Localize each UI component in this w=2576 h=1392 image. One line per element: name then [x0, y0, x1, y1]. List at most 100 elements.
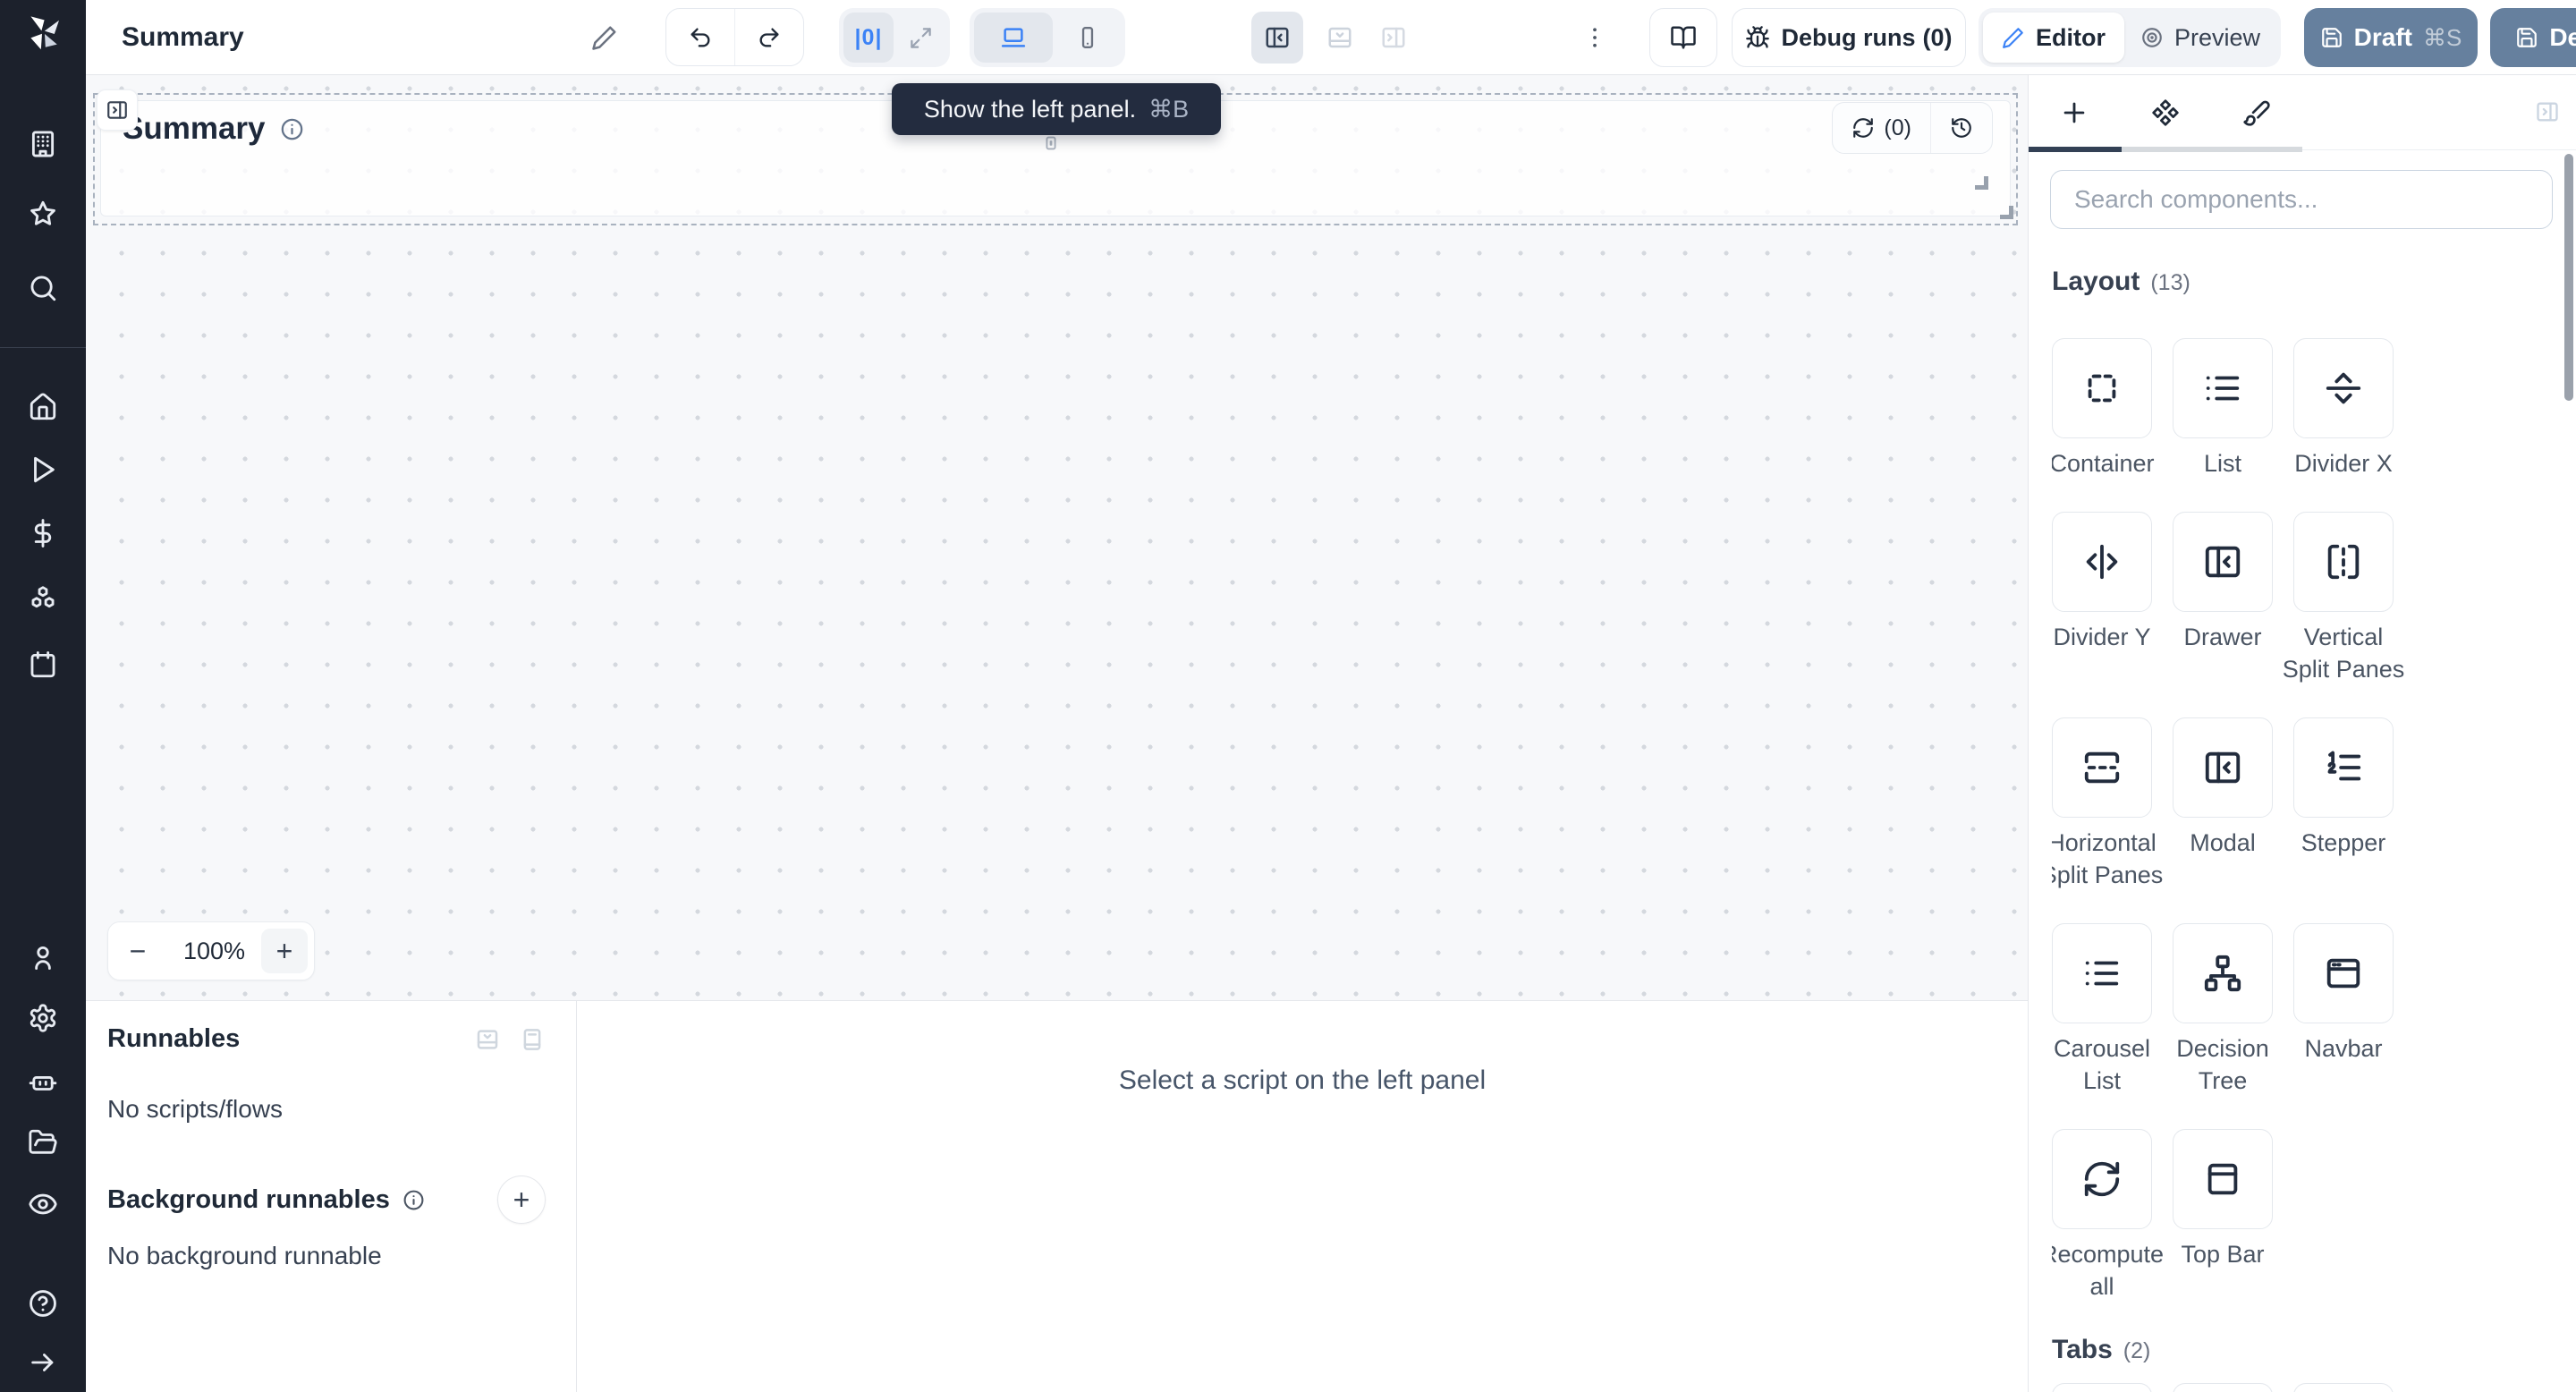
list-icon — [2202, 368, 2243, 409]
recompute-all-icon — [2081, 1159, 2123, 1200]
modal-icon — [2202, 747, 2243, 788]
workspace-building-icon[interactable] — [28, 129, 58, 159]
folders-icon[interactable] — [28, 1127, 58, 1158]
components-panel-tabs — [2029, 75, 2576, 150]
schedules-calendar-icon[interactable] — [28, 649, 58, 680]
variables-dollar-icon[interactable] — [28, 518, 58, 548]
resources-cubes-icon[interactable] — [28, 583, 58, 614]
toggle-left-panel-button[interactable] — [1251, 12, 1303, 64]
add-background-runnable-button[interactable]: + — [497, 1176, 546, 1224]
runs-play-icon[interactable] — [28, 454, 58, 485]
home-icon[interactable] — [28, 392, 58, 422]
bug-icon — [1745, 25, 1770, 50]
left-panel-tooltip: Show the left panel. ⌘B — [892, 83, 1221, 135]
tab-preview[interactable]: Preview — [2124, 13, 2276, 63]
tab-editor[interactable]: Editor — [1983, 13, 2124, 63]
runnables-section: Runnables No scripts/flows Background ru… — [86, 1001, 577, 1392]
panel-scrollbar[interactable] — [2564, 154, 2573, 401]
save-icon — [2515, 26, 2538, 49]
component-modal[interactable]: Modal — [2173, 717, 2273, 891]
collapse-arrow-right-icon[interactable] — [28, 1347, 58, 1378]
history-clock-icon — [1950, 116, 1973, 140]
component-card-partial[interactable] — [2173, 1383, 2273, 1392]
component-decision-tree[interactable]: Decision Tree — [2173, 923, 2273, 1097]
search-icon[interactable] — [28, 273, 58, 303]
search-components-input[interactable] — [2050, 170, 2553, 229]
save-icon — [2320, 26, 2343, 49]
tab-component-settings[interactable] — [2120, 75, 2211, 150]
component-drawer[interactable]: Drawer — [2173, 512, 2273, 685]
zoom-level: 100% — [167, 938, 261, 965]
component-carousel-list[interactable]: Carousel List — [2052, 923, 2152, 1097]
list-view-icon[interactable] — [519, 1026, 546, 1053]
toggle-right-panel-button[interactable] — [1368, 12, 1419, 64]
draft-save-button[interactable]: Draft ⌘S — [2304, 8, 2478, 67]
tabs-section-heading: Tabs (2) — [2052, 1335, 2553, 1367]
component-outline-toggle[interactable]: |0| — [843, 13, 894, 63]
refresh-count: (0) — [1884, 115, 1911, 141]
desktop-view-toggle[interactable] — [974, 13, 1053, 63]
deploy-button[interactable]: Deploy — [2490, 8, 2576, 67]
tab-styling[interactable] — [2211, 75, 2302, 150]
editor-topbar: Summary |0| — [86, 0, 2576, 75]
collapse-right-panel-icon[interactable] — [2535, 99, 2560, 124]
background-runnables-empty-text: No background runnable — [107, 1242, 546, 1270]
fullscreen-toggle[interactable] — [895, 13, 945, 63]
top-bar-icon — [2202, 1159, 2243, 1200]
layout-count: (13) — [2150, 270, 2190, 296]
vertical-split-icon — [2323, 541, 2364, 582]
zoom-out-button[interactable]: − — [108, 922, 167, 980]
component-list[interactable]: List — [2173, 338, 2273, 480]
component-drag-handle[interactable] — [1041, 132, 1061, 154]
tab-insert-component[interactable] — [2029, 75, 2120, 150]
refresh-button[interactable]: (0) — [1833, 103, 1930, 153]
resize-handle[interactable] — [2000, 206, 2013, 219]
canvas-summary-text: Summary — [123, 111, 266, 147]
component-card-partial[interactable] — [2052, 1383, 2152, 1392]
layout-components-grid: Container List Divider X Divider Y — [2052, 338, 2553, 1303]
edit-title-pencil-icon[interactable] — [591, 24, 618, 51]
dock-panel-icon[interactable] — [474, 1026, 501, 1053]
debug-runs-label: Debug runs — [1781, 24, 1915, 52]
component-vertical-split-panes[interactable]: Vertical Split Panes — [2293, 512, 2394, 685]
component-card-partial[interactable] — [2293, 1383, 2394, 1392]
audit-eye-icon[interactable] — [28, 1189, 58, 1219]
component-recompute-all[interactable]: Recompute all — [2052, 1129, 2152, 1303]
info-icon[interactable] — [402, 1189, 425, 1211]
mobile-view-toggle[interactable] — [1055, 13, 1121, 63]
background-runnables-title: Background runnables — [107, 1185, 390, 1215]
app-canvas[interactable]: Summary (0) Show the left panel. ⌘B − — [86, 75, 2028, 1000]
component-navbar[interactable]: Navbar — [2293, 923, 2394, 1097]
workers-robot-icon[interactable] — [28, 1066, 58, 1097]
docs-book-button[interactable] — [1649, 8, 1717, 67]
settings-gear-icon[interactable] — [28, 1003, 58, 1033]
toggle-bottom-panel-button[interactable] — [1314, 12, 1366, 64]
more-options-menu-icon[interactable] — [1581, 24, 1608, 51]
info-icon[interactable] — [280, 117, 304, 141]
component-divider-y[interactable]: Divider Y — [2052, 512, 2152, 685]
component-divider-x[interactable]: Divider X — [2293, 338, 2394, 480]
component-container[interactable]: Container — [2052, 338, 2152, 480]
component-top-bar[interactable]: Top Bar — [2173, 1129, 2273, 1303]
refresh-icon — [1852, 116, 1875, 140]
debug-runs-button[interactable]: Debug runs (0) — [1732, 8, 1966, 67]
resize-handle[interactable] — [1975, 176, 1988, 190]
zoom-in-button[interactable]: + — [261, 929, 308, 973]
user-icon[interactable] — [28, 942, 58, 972]
undo-button[interactable] — [666, 9, 734, 65]
canvas-summary-title: Summary — [123, 111, 304, 147]
help-question-icon[interactable] — [28, 1288, 58, 1319]
navbar-icon — [2323, 953, 2364, 994]
open-left-panel-button[interactable] — [97, 89, 138, 131]
component-stepper[interactable]: Stepper — [2293, 717, 2394, 891]
component-horizontal-split-panes[interactable]: Horizontal Split Panes — [2052, 717, 2152, 891]
runnables-empty-text: No scripts/flows — [107, 1095, 546, 1124]
refresh-history-group: (0) — [1832, 102, 1993, 154]
redo-button[interactable] — [735, 9, 803, 65]
windmill-logo-icon[interactable] — [21, 11, 64, 54]
history-button[interactable] — [1931, 103, 1992, 153]
device-toggle-group — [970, 8, 1125, 67]
tooltip-text: Show the left panel. — [924, 96, 1136, 123]
favorites-star-icon[interactable] — [28, 199, 58, 229]
carousel-list-icon — [2081, 953, 2123, 994]
